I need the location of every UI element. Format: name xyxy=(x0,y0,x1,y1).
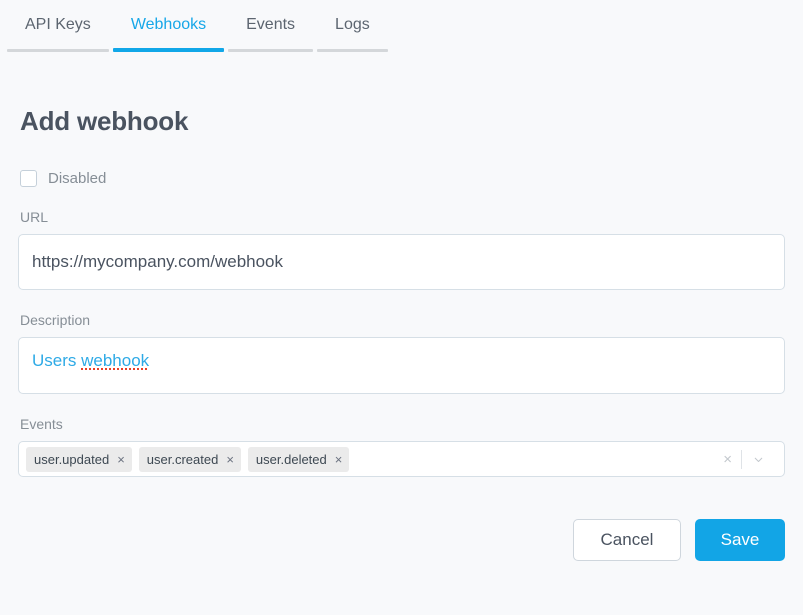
tab-webhooks[interactable]: Webhooks xyxy=(111,15,226,52)
event-tag[interactable]: user.deleted × xyxy=(247,446,350,472)
tab-underline-active xyxy=(112,48,225,52)
description-text: Users xyxy=(32,351,82,370)
save-button[interactable]: Save xyxy=(695,519,785,561)
event-tag-label: user.updated xyxy=(34,451,110,467)
form-content: Add webhook Disabled URL https://mycompa… xyxy=(0,106,803,561)
tab-underline xyxy=(317,49,388,52)
page-title: Add webhook xyxy=(20,106,189,136)
tab-label: Events xyxy=(246,16,296,33)
tab-api-keys[interactable]: API Keys xyxy=(5,15,111,52)
description-textarea[interactable]: Users webhook xyxy=(18,337,785,394)
tab-underline xyxy=(7,49,109,52)
events-label: Events xyxy=(20,416,63,432)
tab-underline xyxy=(228,49,314,52)
url-field-group: URL https://mycompany.com/webhook xyxy=(18,209,785,290)
remove-tag-icon[interactable]: × xyxy=(335,453,343,466)
events-tag-list: user.updated × user.created × user.delet… xyxy=(26,446,714,472)
tab-logs[interactable]: Logs xyxy=(315,15,390,52)
url-input[interactable]: https://mycompany.com/webhook xyxy=(19,235,784,289)
url-label: URL xyxy=(20,209,49,225)
form-actions: Cancel Save xyxy=(18,519,785,561)
cancel-button[interactable]: Cancel xyxy=(573,519,681,561)
disabled-checkbox[interactable] xyxy=(20,170,37,187)
event-tag[interactable]: user.created × xyxy=(138,446,241,472)
tab-label: Logs xyxy=(335,16,370,33)
events-field-group: Events user.updated × user.created × use… xyxy=(18,416,785,477)
description-text-misspelled: webhook xyxy=(81,351,150,370)
disabled-checkbox-row: Disabled xyxy=(20,170,785,187)
tab-label: Webhooks xyxy=(130,16,207,33)
tab-label: API Keys xyxy=(25,16,91,33)
event-tag[interactable]: user.updated × xyxy=(26,446,132,472)
events-field-controls: × xyxy=(714,449,780,469)
description-label: Description xyxy=(20,312,91,328)
remove-tag-icon[interactable]: × xyxy=(226,453,234,466)
description-field-group: Description Users webhook xyxy=(18,312,785,394)
events-multiselect[interactable]: user.updated × user.created × user.delet… xyxy=(18,441,785,477)
event-tag-label: user.deleted xyxy=(255,451,327,467)
event-tag-label: user.created xyxy=(146,451,219,467)
tab-events[interactable]: Events xyxy=(226,15,315,52)
clear-all-icon[interactable]: × xyxy=(714,452,741,467)
chevron-down-icon[interactable] xyxy=(742,453,774,466)
url-input-box[interactable]: https://mycompany.com/webhook xyxy=(18,234,785,290)
tab-bar: API Keys Webhooks Events Logs xyxy=(0,0,803,52)
remove-tag-icon[interactable]: × xyxy=(117,453,125,466)
disabled-checkbox-label: Disabled xyxy=(48,170,107,187)
